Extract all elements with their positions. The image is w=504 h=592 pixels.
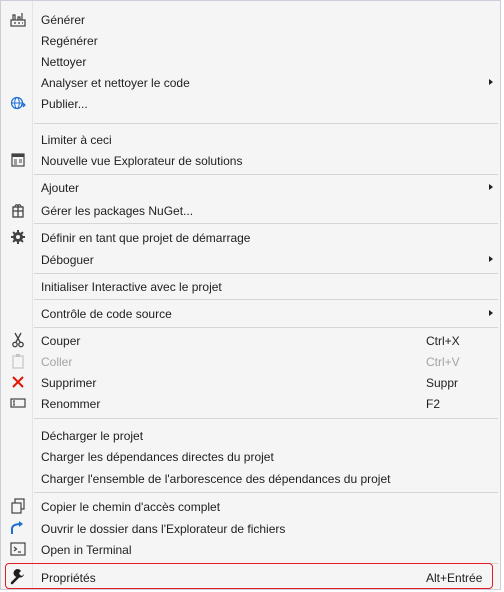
menu-item-publier[interactable]: Publier... bbox=[2, 93, 499, 114]
menu-item-label: Nouvelle vue Explorateur de solutions bbox=[41, 153, 243, 168]
open-folder-arrow-icon bbox=[10, 520, 26, 536]
menu-item-label: Contrôle de code source bbox=[41, 306, 172, 321]
menu-item-label: Copier le chemin d'accès complet bbox=[41, 499, 221, 514]
menu-item-shortcut: Suppr bbox=[426, 375, 459, 390]
build-icon bbox=[10, 11, 26, 27]
menu-item-nettoyer[interactable]: Nettoyer bbox=[2, 51, 499, 72]
menu-item-copier-chemin[interactable]: Copier le chemin d'accès complet bbox=[2, 496, 499, 517]
menu-item-label: Regénérer bbox=[41, 33, 98, 48]
submenu-arrow-icon bbox=[489, 310, 493, 316]
nuget-package-icon bbox=[10, 202, 26, 218]
menu-item-couper[interactable]: Couper Ctrl+X bbox=[2, 330, 499, 351]
submenu-arrow-icon bbox=[489, 79, 493, 85]
menu-item-shortcut: Ctrl+X bbox=[426, 333, 460, 348]
menu-item-set-startup[interactable]: Définir en tant que projet de démarrage bbox=[2, 227, 499, 248]
new-solution-view-icon bbox=[10, 152, 26, 168]
menu-item-label: Générer bbox=[41, 12, 86, 27]
menu-item-analyser[interactable]: Analyser et nettoyer le code bbox=[2, 72, 499, 93]
menu-item-nuget[interactable]: Gérer les packages NuGet... bbox=[2, 200, 499, 221]
menu-item-label: Charger les dépendances directes du proj… bbox=[41, 449, 274, 464]
menu-separator bbox=[34, 223, 498, 224]
copy-path-icon bbox=[10, 498, 26, 514]
menu-item-label: Renommer bbox=[41, 396, 101, 411]
menu-item-nouvelle-vue[interactable]: Nouvelle vue Explorateur de solutions bbox=[2, 150, 499, 171]
terminal-icon bbox=[10, 541, 26, 557]
menu-item-shortcut: Ctrl+V bbox=[426, 354, 460, 369]
menu-item-label: Supprimer bbox=[41, 375, 97, 390]
menu-separator bbox=[34, 299, 498, 300]
menu-item-shortcut: F2 bbox=[426, 396, 441, 411]
menu-item-label: Déboguer bbox=[41, 252, 94, 267]
menu-item-label: Ouvrir le dossier dans l'Explorateur de … bbox=[41, 521, 286, 536]
context-menu: Générer Regénérer Nettoyer Analyser et n… bbox=[0, 0, 501, 590]
menu-item-label: Coller bbox=[41, 354, 73, 369]
menu-item-charger-arborescence[interactable]: Charger l'ensemble de l'arborescence des… bbox=[2, 468, 499, 489]
menu-item-ouvrir-dossier[interactable]: Ouvrir le dossier dans l'Explorateur de … bbox=[2, 518, 499, 539]
menu-separator bbox=[34, 327, 498, 328]
menu-item-charger-directes[interactable]: Charger les dépendances directes du proj… bbox=[2, 446, 499, 467]
menu-item-label: Ajouter bbox=[41, 180, 80, 195]
submenu-arrow-icon bbox=[489, 184, 493, 190]
gear-icon bbox=[10, 229, 26, 245]
menu-separator bbox=[34, 123, 498, 124]
publish-globe-icon bbox=[10, 95, 26, 111]
menu-item-label: Définir en tant que projet de démarrage bbox=[41, 230, 251, 245]
menu-item-label: Décharger le projet bbox=[41, 428, 144, 443]
delete-icon bbox=[10, 374, 26, 390]
menu-item-supprimer[interactable]: Supprimer Suppr bbox=[2, 372, 499, 393]
menu-separator bbox=[34, 492, 498, 493]
menu-separator bbox=[34, 418, 498, 419]
menu-item-limiter[interactable]: Limiter à ceci bbox=[2, 129, 499, 150]
menu-item-open-terminal[interactable]: Open in Terminal bbox=[2, 539, 499, 560]
rename-icon bbox=[10, 395, 26, 411]
menu-item-coller[interactable]: Coller Ctrl+V bbox=[2, 351, 499, 372]
submenu-arrow-icon bbox=[489, 256, 493, 262]
highlight-box bbox=[5, 563, 493, 589]
menu-item-ajouter[interactable]: Ajouter bbox=[2, 177, 499, 198]
menu-item-label: Initialiser Interactive avec le projet bbox=[41, 279, 222, 294]
menu-item-decharger[interactable]: Décharger le projet bbox=[2, 425, 499, 446]
menu-item-regenerer[interactable]: Regénérer bbox=[2, 30, 499, 51]
menu-item-label: Nettoyer bbox=[41, 54, 87, 69]
menu-item-label: Charger l'ensemble de l'arborescence des… bbox=[41, 471, 391, 486]
menu-item-label: Gérer les packages NuGet... bbox=[41, 203, 194, 218]
menu-item-label: Open in Terminal bbox=[41, 542, 132, 557]
menu-item-label: Couper bbox=[41, 333, 81, 348]
menu-separator bbox=[34, 273, 498, 274]
menu-item-label: Limiter à ceci bbox=[41, 132, 112, 147]
menu-item-generer[interactable]: Générer bbox=[2, 9, 499, 30]
cut-icon bbox=[10, 332, 26, 348]
menu-item-deboguer[interactable]: Déboguer bbox=[2, 249, 499, 270]
paste-icon bbox=[10, 353, 26, 369]
menu-item-label: Publier... bbox=[41, 96, 88, 111]
menu-item-initialiser-interactive[interactable]: Initialiser Interactive avec le projet bbox=[2, 276, 499, 297]
menu-item-source-control[interactable]: Contrôle de code source bbox=[2, 303, 499, 324]
menu-separator bbox=[34, 174, 498, 175]
menu-item-renommer[interactable]: Renommer F2 bbox=[2, 393, 499, 414]
menu-item-label: Analyser et nettoyer le code bbox=[41, 75, 190, 90]
